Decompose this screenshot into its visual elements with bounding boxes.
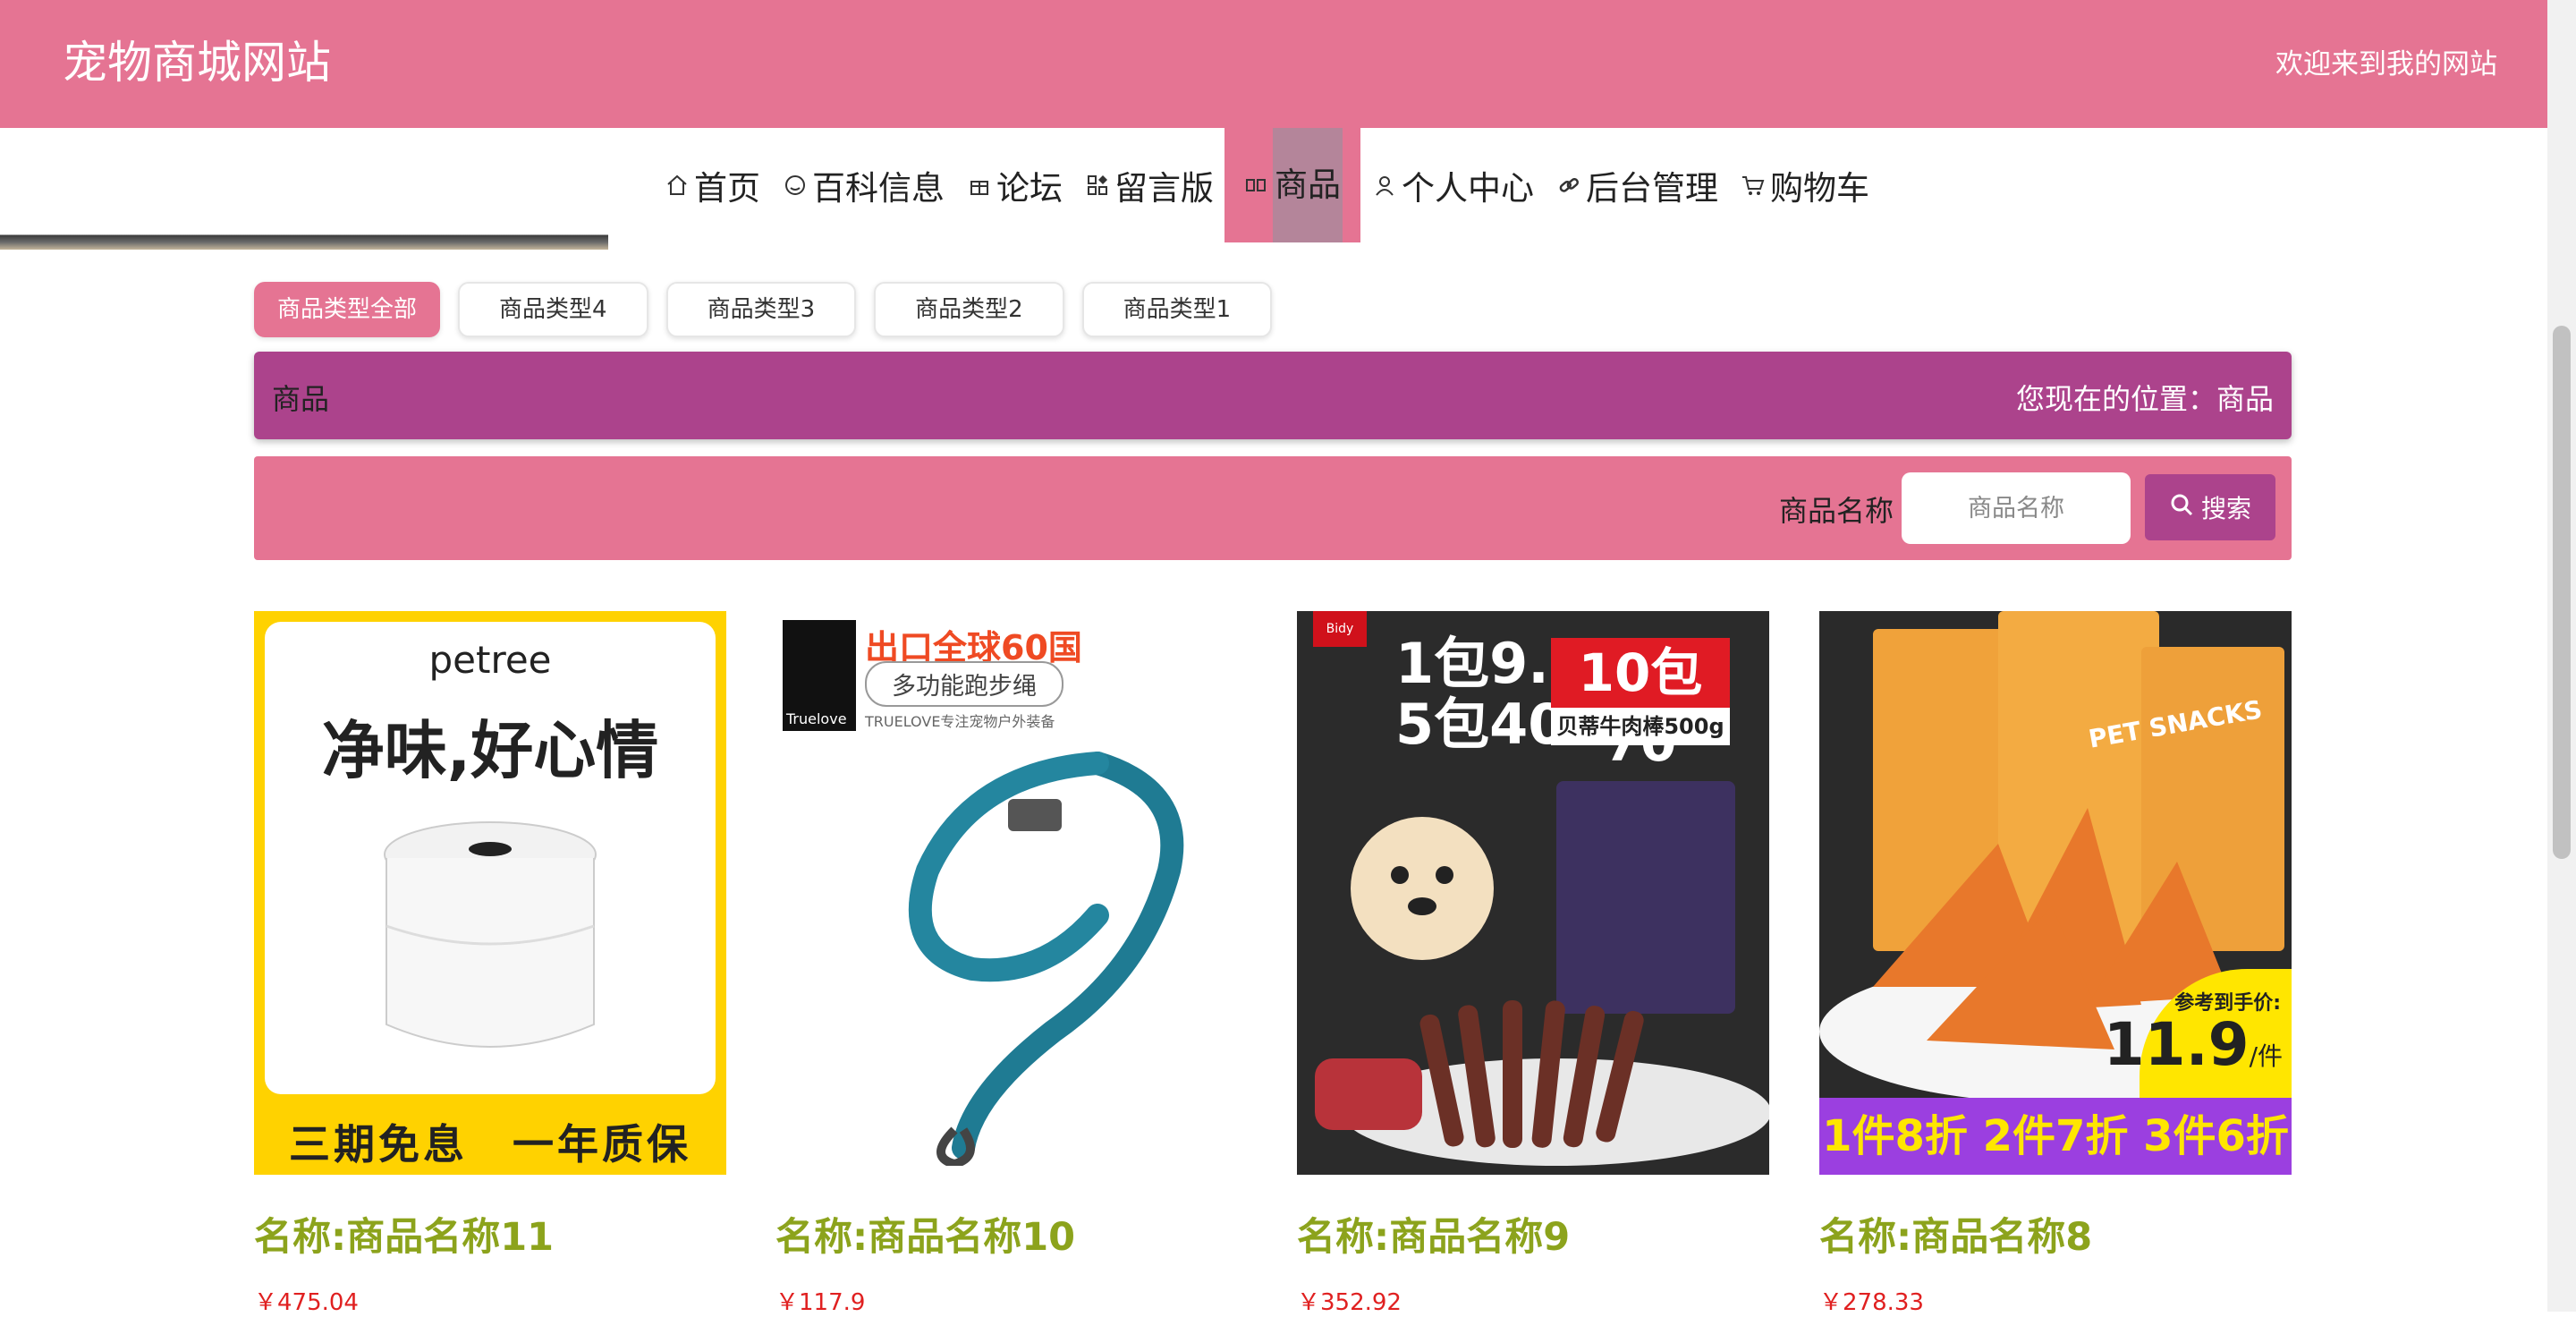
image-promo: 1件8折 2件7折 3件6折 [1819,1098,2292,1175]
nav-item-forum[interactable]: 论坛 [955,128,1073,242]
type-filter-2[interactable]: 商品类型2 [874,282,1064,337]
main-nav: 首页 百科信息 论坛 留言版 商品 个人中心 后台管理 购物车 [0,128,2547,250]
leash-illustration [908,752,1184,1166]
nav-items: 首页 百科信息 论坛 留言版 商品 个人中心 后台管理 购物车 [653,128,1880,242]
image-slogan: 净味,好心情 [321,714,659,787]
search-input[interactable] [1902,472,2131,544]
search-button[interactable]: 搜索 [2145,474,2275,540]
type-filter-all[interactable]: 商品类型全部 [254,282,441,337]
product-image[interactable]: PET SNACKS 参考到手价: 11.9/件 1件8折 2件7折 3件6折 [1819,611,2292,1175]
air-purifier-illustration [384,821,597,1048]
nav-label: 后台管理 [1586,169,1718,208]
search-button-label: 搜索 [2200,494,2251,523]
product-price: ￥475.04 [254,1289,359,1316]
product-name[interactable]: 名称:商品名称11 [254,1212,726,1262]
product-name[interactable]: 名称:商品名称8 [1819,1212,2292,1262]
search-bar: 商品名称 搜索 [254,456,2292,560]
image-sub: 贝蒂牛肉棒500g [1551,708,1730,745]
breadcrumb: 商品 您现在的位置：商品 [254,352,2292,439]
image-sub: 多功能跑步绳 [865,661,1063,707]
nav-label: 购物车 [1770,169,1869,208]
product-image[interactable]: petree 净味,好心情 三期免息 一年质保 [254,611,726,1175]
nav-item-user-center[interactable]: 个人中心 [1360,128,1545,242]
product-card[interactable]: petree 净味,好心情 三期免息 一年质保 名称:商品名称11 ￥475.0… [254,611,726,1317]
image-price: 11.9/件 [2103,1010,2283,1079]
product-price: ￥278.33 [1819,1289,1924,1316]
type-filter-1[interactable]: 商品类型1 [1081,282,1273,337]
image-tag: Bidy [1313,611,1367,647]
search-icon [2169,492,2194,523]
image-line2: 5包40 [1395,692,1567,757]
nav-label: 论坛 [996,169,1063,208]
gift-icon [966,172,993,199]
hero-banner-edge [0,128,608,250]
nav-label: 个人中心 [1402,169,1534,208]
site-title[interactable]: 宠物商城网站 [63,34,331,91]
truelove-logo: Truelove [783,620,856,731]
nav-item-cart[interactable]: 购物车 [1729,128,1880,242]
product-name[interactable]: 名称:商品名称10 [775,1212,1248,1262]
product-image[interactable]: Truelove 出口全球60国 多功能跑步绳 TRUELOVE专注宠物户外装备 [775,611,1248,1175]
user-icon [1371,172,1398,199]
current-location: 您现在的位置：商品 [2015,382,2274,416]
nav-item-admin[interactable]: 后台管理 [1545,128,1729,242]
nav-label: 百科信息 [812,169,945,208]
nav-item-guestbook[interactable]: 留言版 [1073,128,1224,242]
page-title: 商品 [272,382,330,416]
link-icon [1555,172,1582,199]
type-filter-row: 商品类型全部 商品类型4 商品类型3 商品类型2 商品类型1 [254,282,1273,337]
nav-item-goods[interactable]: 商品 [1224,128,1360,242]
image-bottom-text: 三期免息 一年质保 [289,1120,691,1168]
nav-label: 首页 [694,169,760,208]
product-name[interactable]: 名称:商品名称9 [1297,1212,1769,1262]
search-label: 商品名称 [1778,494,1894,528]
product-card[interactable]: Truelove 出口全球60国 多功能跑步绳 TRUELOVE专注宠物户外装备… [775,611,1248,1317]
home-icon [664,172,691,199]
welcome-text: 欢迎来到我的网站 [2275,48,2497,81]
site-header: 宠物商城网站 欢迎来到我的网站 [0,0,2547,128]
type-filter-3[interactable]: 商品类型3 [665,282,857,337]
image-note: TRUELOVE专注宠物户外装备 [865,713,1055,730]
product-image-panel: petree 净味,好心情 [265,622,716,1094]
type-filter-4[interactable]: 商品类型4 [458,282,648,337]
product-card[interactable]: Bidy 1包9.9 5包40 10包70 贝蒂牛肉棒500g [1297,611,1769,1317]
cart-icon [1740,172,1767,199]
beef-strips-illustration [1315,781,1769,1166]
nav-label: 留言版 [1114,169,1214,208]
image-deal: 10包70 [1551,638,1730,773]
product-price: ￥117.9 [775,1289,866,1316]
nav-label: 商品 [1273,128,1343,242]
image-brand: petree [428,638,552,682]
page-scrollbar[interactable] [2547,0,2576,1312]
scrollbar-thumb[interactable] [2553,326,2571,859]
product-card[interactable]: PET SNACKS 参考到手价: 11.9/件 1件8折 2件7折 3件6折 … [1819,611,2292,1317]
nav-item-encyclopedia[interactable]: 百科信息 [771,128,955,242]
nav-item-home[interactable]: 首页 [653,128,771,242]
chat-bubble-icon [782,172,809,199]
goods-icon [1242,172,1269,199]
product-price: ￥352.92 [1297,1289,1402,1316]
grid-icon [1084,172,1111,199]
product-image[interactable]: Bidy 1包9.9 5包40 10包70 贝蒂牛肉棒500g [1297,611,1769,1175]
